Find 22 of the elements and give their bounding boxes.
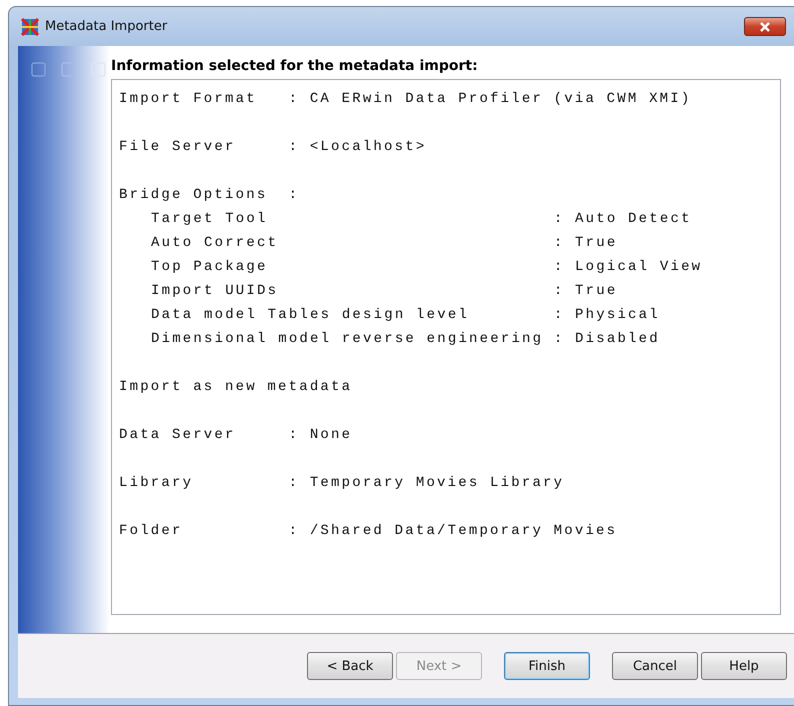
app-icon [21, 18, 39, 36]
summary-line: Bridge Options : [119, 187, 300, 203]
section-heading: Information selected for the metadata import: [111, 58, 479, 74]
dialog-button[interactable]: < Back [307, 652, 393, 680]
dialog-button[interactable]: Finish [504, 652, 590, 680]
summary-line: Folder : /Shared Data/Temporary Movies [119, 523, 618, 539]
close-button[interactable] [744, 17, 786, 36]
option-line: Dimensional model reverse engineering : Disabled [151, 331, 660, 347]
dialog-button[interactable]: Help [701, 652, 787, 680]
option-line: Top Package : Logical View [151, 259, 702, 275]
dialog-button[interactable]: Cancel [612, 652, 698, 680]
close-icon [759, 22, 771, 32]
summary-line: Import as new metadata [119, 379, 352, 395]
option-line: Import UUIDs : True [151, 283, 618, 299]
summary-line: Library : Temporary Movies Library [119, 475, 564, 491]
option-line: Auto Correct : True [151, 235, 618, 251]
option-line: Data model Tables design level : Physical [151, 307, 660, 323]
option-line: Target Tool : Auto Detect [151, 211, 692, 227]
summary-line: File Server : <Localhost> [119, 139, 426, 155]
summary-line: Import Format : CA ERwin Data Profiler (via CWM XMI) [119, 91, 692, 107]
summary-line: Data Server : None [119, 427, 352, 443]
window-title: Metadata Importer [45, 19, 168, 34]
